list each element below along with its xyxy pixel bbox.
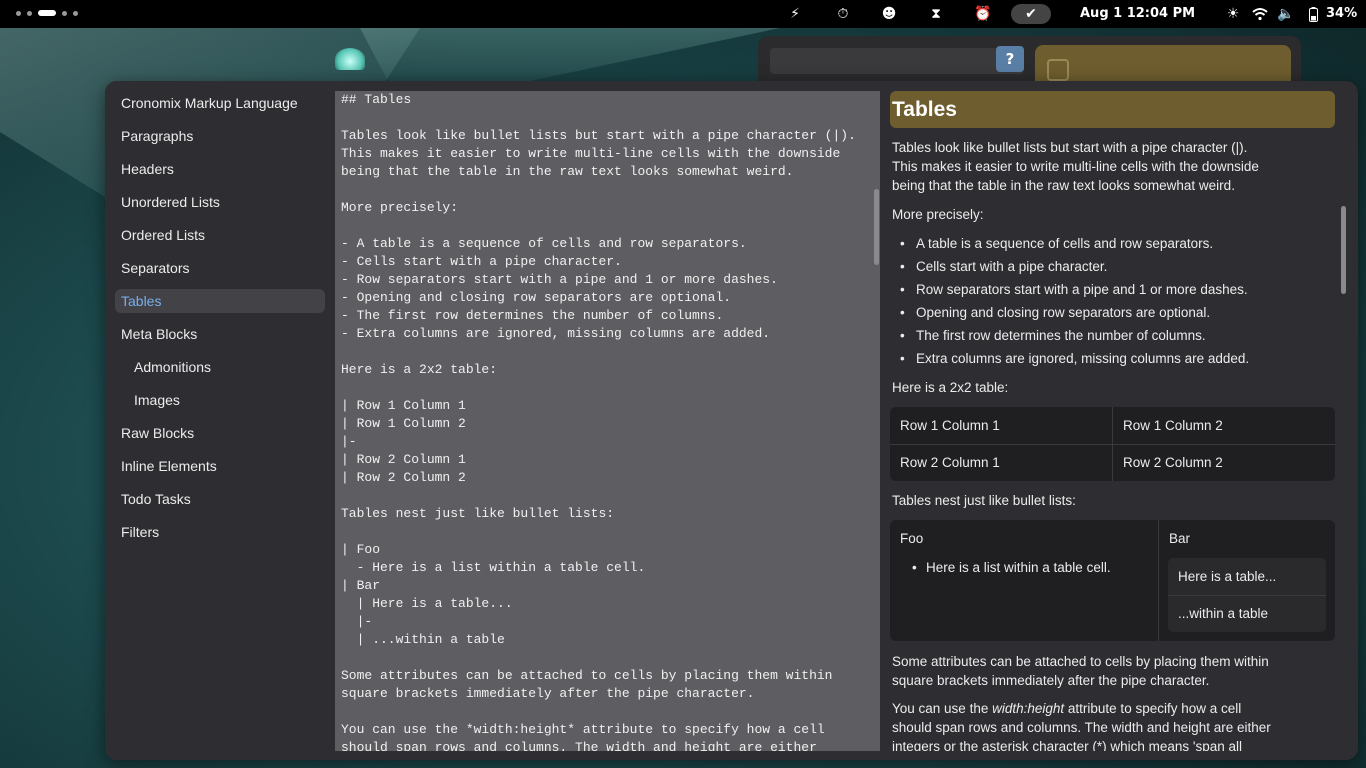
workspace-indicator[interactable]: [16, 10, 78, 16]
text-span: You can use the: [892, 701, 993, 716]
span-paragraph: You can use the width:height attribute t…: [892, 699, 1271, 751]
background-window-field[interactable]: [770, 48, 1024, 74]
bullet-icon: •: [900, 259, 905, 274]
editor-scrollbar[interactable]: [874, 189, 879, 265]
editor-text[interactable]: ## Tables Tables look like bullet lists …: [335, 91, 880, 751]
list-item: • Opening and closing row separators are …: [900, 301, 1249, 324]
hourglass-icon[interactable]: ⧗: [927, 5, 945, 23]
sidebar-item-unordered-lists[interactable]: Unordered Lists: [115, 190, 325, 214]
paragraph-line: Some attributes can be attached to cells…: [892, 654, 1269, 669]
bullet-icon: •: [900, 236, 905, 251]
paragraph-line: You can use the width:height attribute t…: [892, 699, 1271, 718]
bullet-icon: •: [912, 560, 917, 575]
brightness-icon[interactable]: ☀: [1224, 5, 1242, 23]
workspace-active[interactable]: [38, 10, 56, 16]
volume-icon[interactable]: 🔈: [1277, 5, 1295, 23]
sidebar-item-inline-elements[interactable]: Inline Elements: [115, 454, 325, 478]
preview-scrollbar[interactable]: [1341, 206, 1346, 294]
sidebar-item-raw-blocks[interactable]: Raw Blocks: [115, 421, 325, 445]
nest-intro-text: Tables nest just like bullet lists:: [892, 493, 1076, 508]
sidebar-item-images[interactable]: Images: [128, 388, 325, 412]
inner-table-cell: ...within a table: [1178, 606, 1269, 621]
help-button[interactable]: ?: [996, 46, 1024, 72]
emphasis-text: width:height: [992, 701, 1065, 716]
intro-line: Tables look like bullet lists but start …: [892, 140, 1248, 155]
table-intro-text: Here is a 2x2 table:: [892, 380, 1009, 395]
list-item: • Row separators start with a pipe and 1 …: [900, 278, 1249, 301]
bullet-icon: •: [900, 351, 905, 366]
nested-list-item: • Here is a list within a table cell.: [912, 558, 1111, 577]
battery-percent: 34%: [1326, 6, 1358, 21]
wifi-icon[interactable]: [1251, 5, 1269, 23]
list-item: • Cells start with a pipe character.: [900, 255, 1249, 278]
bullet-icon: •: [900, 305, 905, 320]
list-item: • The first row determines the number of …: [900, 324, 1249, 347]
list-item-text: Extra columns are ignored, missing colum…: [916, 351, 1250, 366]
help-window: Cronomix Markup Language Paragraphs Head…: [105, 81, 1358, 760]
nested-table: Foo • Here is a list within a table cell.…: [890, 520, 1335, 641]
list-item: • Extra columns are ignored, missing colu…: [900, 347, 1249, 370]
paragraph-line: should span rows and columns. The width …: [892, 720, 1271, 735]
attributes-paragraph: Some attributes can be attached to cells…: [892, 652, 1269, 690]
sidebar: Cronomix Markup Language Paragraphs Head…: [105, 81, 333, 760]
bullet-list: • A table is a sequence of cells and row …: [900, 232, 1249, 370]
clock[interactable]: Aug 1 12:04 PM: [1080, 6, 1195, 21]
face-icon[interactable]: ☻: [880, 5, 898, 23]
sidebar-item-cronomix-markup-language[interactable]: Cronomix Markup Language: [115, 91, 325, 115]
intro-line: being that the table in the raw text loo…: [892, 178, 1235, 193]
sidebar-item-todo-tasks[interactable]: Todo Tasks: [115, 487, 325, 511]
flash-icon[interactable]: ⚡: [786, 5, 804, 23]
sidebar-item-ordered-lists[interactable]: Ordered Lists: [115, 223, 325, 247]
check-icon[interactable]: ✔: [1011, 4, 1051, 24]
list-item-text: The first row determines the number of c…: [916, 328, 1206, 343]
sidebar-item-tables[interactable]: Tables: [115, 289, 325, 313]
list-item-text: Opening and closing row separators are o…: [916, 305, 1211, 320]
paragraph-line: integers or the asterisk character (*) w…: [892, 739, 1242, 751]
list-item-text: A table is a sequence of cells and row s…: [916, 236, 1214, 251]
markup-editor[interactable]: ## Tables Tables look like bullet lists …: [335, 91, 880, 751]
list-item-text: Cells start with a pipe character.: [916, 259, 1108, 274]
workspace-dot[interactable]: [16, 10, 21, 16]
top-bar: ⚡ ⏱ ☻ ⧗ ⏰ ✔ Aug 1 12:04 PM ☀ 🔈 34%: [0, 0, 1366, 28]
table-cell: Row 2 Column 1: [900, 455, 1000, 470]
intro-line: This makes it easier to write multi-line…: [892, 159, 1259, 174]
checkbox[interactable]: [1047, 59, 1069, 81]
table-cell: Row 2 Column 2: [1123, 455, 1223, 470]
page-title: Tables: [890, 91, 1335, 128]
sidebar-item-separators[interactable]: Separators: [115, 256, 325, 280]
table-cell: Row 1 Column 2: [1123, 418, 1223, 433]
intro-paragraph: Tables look like bullet lists but start …: [892, 138, 1259, 195]
alarm-icon[interactable]: ⏰: [974, 5, 992, 23]
stopwatch-icon[interactable]: ⏱: [834, 5, 852, 23]
table-cell-foo: Foo: [900, 531, 924, 546]
inner-table: Here is a table... ...within a table: [1168, 558, 1326, 632]
inner-table-cell: Here is a table...: [1178, 569, 1277, 584]
bullet-icon: •: [900, 282, 905, 297]
text-span: attribute to specify how a cell: [1064, 701, 1242, 716]
list-item: • A table is a sequence of cells and row …: [900, 232, 1249, 255]
sidebar-item-paragraphs[interactable]: Paragraphs: [115, 124, 325, 148]
sidebar-item-meta-blocks[interactable]: Meta Blocks: [115, 322, 325, 346]
workspace-dot[interactable]: [73, 10, 78, 16]
paragraph-line: square brackets immediately after the pi…: [892, 673, 1210, 688]
sidebar-item-filters[interactable]: Filters: [115, 520, 325, 544]
table-cell-bar: Bar: [1169, 531, 1191, 546]
battery-icon[interactable]: [1304, 5, 1322, 23]
table-2x2: Row 1 Column 1 Row 1 Column 2 Row 2 Colu…: [890, 407, 1335, 481]
workspace-dot[interactable]: [62, 10, 67, 16]
bullet-icon: •: [900, 328, 905, 343]
sidebar-item-admonitions[interactable]: Admonitions: [128, 355, 325, 379]
rendered-preview: Tables Tables look like bullet lists but…: [890, 91, 1335, 751]
list-item-text: Row separators start with a pipe and 1 o…: [916, 282, 1248, 297]
more-precisely-text: More precisely:: [892, 207, 984, 222]
table-cell: Row 1 Column 1: [900, 418, 1000, 433]
sidebar-item-headers[interactable]: Headers: [115, 157, 325, 181]
wallpaper-lamp: [335, 48, 365, 70]
workspace-dot[interactable]: [27, 10, 32, 16]
list-item-text: Here is a list within a table cell.: [926, 560, 1111, 575]
background-card[interactable]: [1035, 45, 1291, 85]
